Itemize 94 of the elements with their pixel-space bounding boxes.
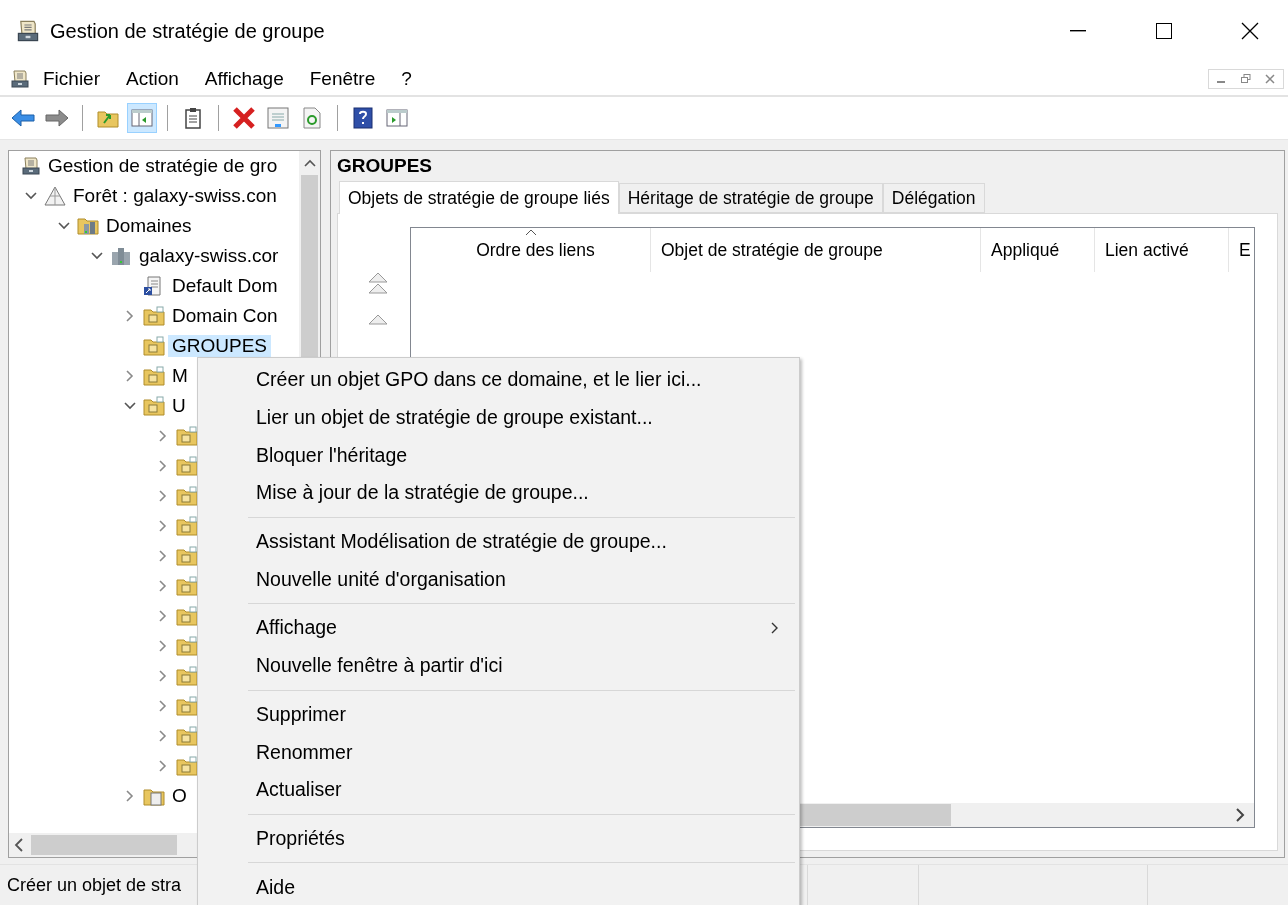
menu-item[interactable]: Action [113,63,192,94]
chevron-right-icon[interactable] [159,610,167,622]
chevron-right-icon[interactable] [126,790,134,802]
folder-icon [176,486,198,506]
clipboard-icon[interactable] [184,107,202,129]
chevron-right-icon[interactable] [159,460,167,472]
pane-title: GROUPES [337,155,434,178]
forward-arrow-icon[interactable] [45,109,69,127]
menu-item[interactable]: Supprimer [200,695,797,734]
sort-caret-icon [524,229,537,236]
folder-icon [176,756,198,776]
menu-item[interactable]: Assistant Modélisation de stratégie de groupe... [200,522,797,561]
minimize-icon [1070,30,1086,32]
chevron-right-icon[interactable] [159,700,167,712]
tree-item[interactable]: GROUPES [168,335,272,357]
tree-item[interactable]: galaxy-swiss.cor [135,245,283,267]
back-arrow-icon[interactable] [11,109,35,127]
tree-item[interactable]: Default Dom [168,275,282,297]
triangle-icon [44,186,66,206]
tab[interactable]: Objets de stratégie de groupe liés [339,181,619,214]
menu-item[interactable]: Affichage [191,63,297,94]
folder-icon [176,516,198,536]
maximize-icon [1156,23,1172,39]
menu-item[interactable]: Renommer [200,733,797,771]
scrollbar-thumb[interactable] [31,835,177,855]
folder-icon [176,666,198,686]
folder-icon [143,366,165,386]
chevron-right-icon[interactable] [159,550,167,562]
scroll-right-icon[interactable] [1234,808,1246,822]
folder-icon [176,696,198,716]
folder-icon [176,456,198,476]
column-header[interactable]: Objet de stratégie de groupe [651,228,981,272]
column-header[interactable]: Lien activé [1095,228,1229,272]
folder-servers-icon [77,216,99,236]
window-title: Gestion de stratégie de groupe [50,19,326,43]
chevron-right-icon[interactable] [159,760,167,772]
menu-item[interactable]: Fenêtre [296,63,389,94]
menu-item[interactable]: Nouvelle fenêtre à partir d'ici [200,646,797,685]
tab[interactable]: Héritage de stratégie de groupe [618,183,883,213]
chevron-right-icon[interactable] [159,520,167,532]
tree-item[interactable]: Forêt : galaxy-swiss.con [69,185,281,207]
folder-icon [143,306,165,326]
folder-icon [176,726,198,746]
chevron-right-icon[interactable] [159,580,167,592]
move-up-icon[interactable] [366,313,390,325]
folder-icon [176,426,198,446]
chevron-down-icon[interactable] [91,252,103,260]
tree-item[interactable]: Domain Con [168,305,282,327]
chevron-down-icon[interactable] [124,402,136,410]
folder-icon [176,606,198,626]
chevron-down-icon[interactable] [58,222,70,230]
chevron-down-icon[interactable] [25,192,37,200]
menu-item[interactable]: Actualiser [200,770,797,809]
tree-item[interactable]: Gestion de stratégie de gro [44,155,282,177]
folder-icon [176,576,198,596]
menu-item[interactable]: Bloquer l'héritage [200,436,797,475]
menu-item[interactable]: Propriétés [200,819,797,858]
restore-icon[interactable] [1241,73,1251,84]
folder-document-icon [143,786,165,806]
chevron-right-icon[interactable] [159,670,167,682]
close-icon[interactable] [1265,73,1275,84]
tab[interactable]: Délégation [882,183,985,213]
chevron-right-icon[interactable] [159,430,167,442]
menu-item[interactable]: ? [388,63,425,94]
tree-item[interactable]: U [168,395,190,417]
menu-item[interactable]: Aide [200,868,797,905]
console-scroll-icon [16,19,40,43]
menu-item[interactable]: Affichage [200,609,797,647]
menu-item[interactable]: Lier un objet de stratégie de groupe existant... [200,398,797,437]
chevron-right-icon[interactable] [159,730,167,742]
close-icon [1241,22,1259,40]
tree-item[interactable]: Domaines [102,215,196,237]
chevron-right-icon[interactable] [159,490,167,502]
chevron-right-icon[interactable] [126,370,134,382]
servers-icon [110,246,132,266]
folder-icon [143,336,165,356]
folder-icon [176,546,198,566]
move-top-icon[interactable] [366,271,390,295]
console-scroll-icon [21,156,41,176]
menu-item[interactable]: Mise à jour de la stratégie de groupe... [200,474,797,512]
column-header[interactable]: Appliqué [981,228,1095,272]
tree-item[interactable]: O [168,785,191,807]
folder-icon [143,396,165,416]
menu-item[interactable]: Créer un objet GPO dans ce domaine, et le lier ici... [200,361,797,399]
menu-item[interactable]: Nouvelle unité d'organisation [200,560,797,599]
chevron-right-icon[interactable] [126,310,134,322]
tree-item[interactable]: M [168,365,192,387]
console-scroll-icon [10,68,30,89]
scroll-left-icon[interactable] [13,838,25,852]
folder-icon [176,636,198,656]
menu-item[interactable]: Fichier [30,63,113,94]
chevron-right-icon[interactable] [159,640,167,652]
column-header[interactable]: E [1229,228,1254,272]
column-header[interactable]: Ordre des liens [411,228,651,272]
